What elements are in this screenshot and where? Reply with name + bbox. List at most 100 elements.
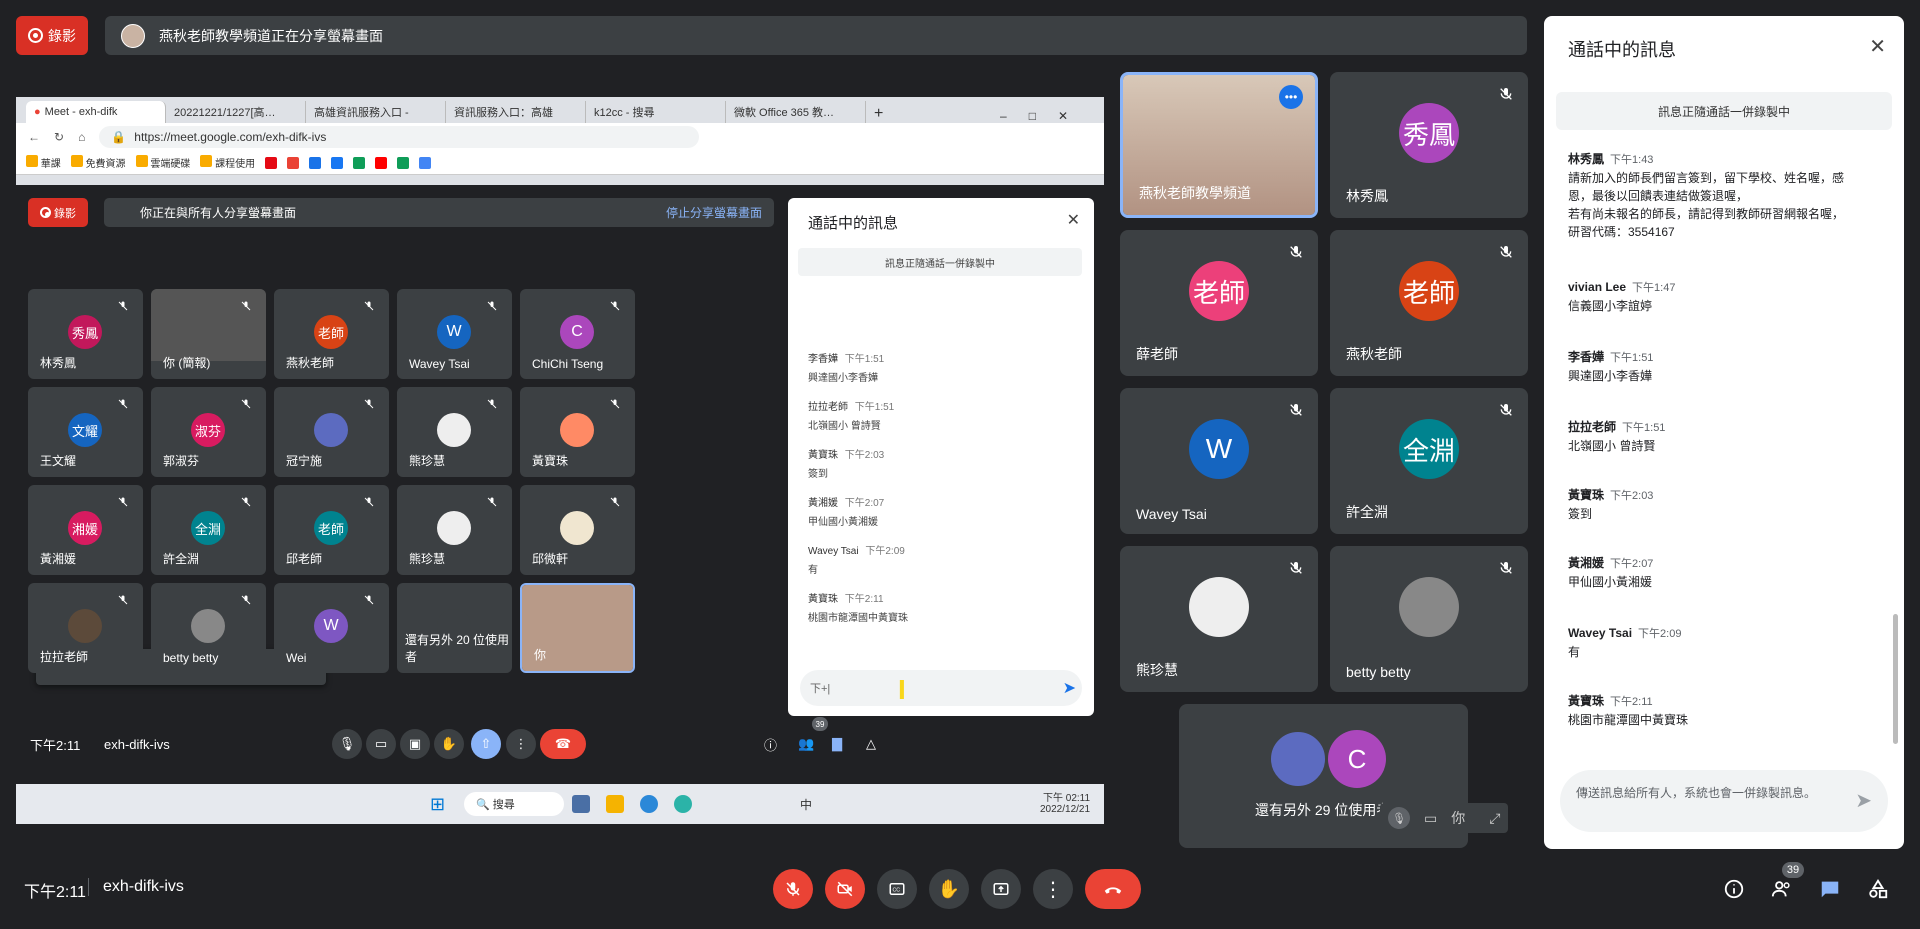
- inner-participant-tile[interactable]: C ChiChi Tseng: [520, 289, 635, 379]
- inner-participant-tile[interactable]: 你: [520, 583, 635, 673]
- participant-tile[interactable]: 老師 薛老師: [1120, 230, 1318, 376]
- inner-participant-tile[interactable]: 冠宁施: [274, 387, 389, 477]
- info-icon[interactable]: ⓘ: [764, 735, 777, 754]
- raise-hand-icon[interactable]: ✋: [434, 729, 464, 759]
- inner-participant-tile[interactable]: 老師 邱老師: [274, 485, 389, 575]
- participant-tile[interactable]: 全淵 許全淵: [1330, 388, 1528, 534]
- bookmark[interactable]: 雲端硬碟: [135, 155, 190, 170]
- inner-participant-tile[interactable]: betty betty: [151, 583, 266, 673]
- calendar-icon[interactable]: [309, 156, 322, 169]
- activities-icon[interactable]: △: [866, 736, 876, 752]
- close-icon[interactable]: ✕: [1067, 210, 1080, 230]
- send-icon[interactable]: ➤: [1855, 788, 1872, 813]
- bookmark[interactable]: 課程使用: [200, 155, 255, 170]
- send-icon[interactable]: ➤: [1063, 678, 1076, 698]
- people-icon[interactable]: [1768, 875, 1796, 903]
- reload-icon[interactable]: ↻: [54, 130, 64, 144]
- message-time: 下午2:07: [1610, 558, 1654, 570]
- participant-name: 熊珍慧: [1136, 662, 1178, 678]
- youtube-icon[interactable]: [375, 156, 388, 169]
- camera-off-icon[interactable]: [825, 869, 865, 909]
- inner-participant-tile[interactable]: 全淵 許全淵: [151, 485, 266, 575]
- taskbar-search[interactable]: 🔍 搜尋: [464, 792, 564, 816]
- activities-icon[interactable]: [1864, 875, 1892, 903]
- more-options-icon[interactable]: ⋮: [1033, 869, 1073, 909]
- inner-participant-tile[interactable]: 還有另外 20 位使用者: [397, 583, 512, 673]
- people-icon[interactable]: 👥: [798, 736, 814, 752]
- window-controls[interactable]: –□✕: [1000, 109, 1104, 123]
- expand-icon[interactable]: ⤢: [1489, 810, 1500, 827]
- windows-start-icon[interactable]: ⊞: [430, 794, 445, 815]
- inner-participant-tile[interactable]: 熊珍慧: [397, 485, 512, 575]
- chat-icon[interactable]: [1816, 875, 1844, 903]
- bookmark[interactable]: 免費資源: [70, 155, 126, 170]
- more-options-icon[interactable]: •••: [1279, 85, 1303, 109]
- bookmark[interactable]: 華課: [26, 155, 61, 170]
- browser-tab[interactable]: ● Meet - exh-difk: [26, 101, 166, 123]
- inner-participant-tile[interactable]: 秀鳳 林秀鳳: [28, 289, 143, 379]
- chat-input[interactable]: 傳送訊息給所有人，系統也會一併錄製訊息。 ➤: [1560, 770, 1888, 832]
- captions-icon[interactable]: CC: [877, 869, 917, 909]
- browser-tab[interactable]: 資訊服務入口：高雄: [446, 101, 586, 123]
- bookmark-icon[interactable]: [419, 156, 432, 169]
- edge-icon[interactable]: [640, 795, 658, 813]
- participant-tile[interactable]: ••• 燕秋老師教學頻道: [1120, 72, 1318, 218]
- participant-tile[interactable]: 熊珍慧: [1120, 546, 1318, 692]
- inner-participant-tile[interactable]: 你 (簡報): [151, 289, 266, 379]
- mic-icon[interactable]: 🎙: [332, 729, 362, 759]
- netflix-icon[interactable]: [265, 156, 278, 169]
- mic-off-icon[interactable]: 🎙: [1388, 807, 1410, 829]
- raise-hand-icon[interactable]: ✋: [929, 869, 969, 909]
- participant-name: 燕秋老師: [1346, 346, 1402, 362]
- close-icon[interactable]: ✕: [1869, 34, 1886, 59]
- message-time: 下午2:11: [1610, 696, 1653, 708]
- app-icon[interactable]: [572, 795, 590, 813]
- back-icon[interactable]: ←: [28, 130, 40, 144]
- bookmark-icon[interactable]: [353, 156, 366, 169]
- inner-participant-tile[interactable]: 老師 燕秋老師: [274, 289, 389, 379]
- chat-scrollbar[interactable]: [1893, 614, 1898, 744]
- present-icon[interactable]: [981, 869, 1021, 909]
- present-icon[interactable]: ⇧: [471, 729, 501, 759]
- captions-icon[interactable]: ▣: [400, 729, 430, 759]
- edge-icon[interactable]: [674, 795, 692, 813]
- record-indicator[interactable]: 錄影: [16, 16, 88, 55]
- inner-participant-tile[interactable]: 文耀 王文耀: [28, 387, 143, 477]
- svg-text:CC: CC: [893, 887, 901, 893]
- url-bar[interactable]: 🔒 https://meet.google.com/exh-difk-ivs: [99, 126, 700, 148]
- folder-icon[interactable]: [606, 795, 624, 813]
- inner-participant-tile[interactable]: 淑芬 郭淑芬: [151, 387, 266, 477]
- inner-participant-tile[interactable]: 熊珍慧: [397, 387, 512, 477]
- more-icon[interactable]: ⋮: [506, 729, 536, 759]
- chat-icon[interactable]: ▇: [832, 736, 842, 752]
- meeting-info-icon[interactable]: [1720, 875, 1748, 903]
- browser-tab[interactable]: 20221221/1227[高…: [166, 101, 306, 123]
- inner-participant-tile[interactable]: 拉拉老師: [28, 583, 143, 673]
- mic-off-icon[interactable]: [773, 869, 813, 909]
- participant-tile[interactable]: betty betty: [1330, 546, 1528, 692]
- camera-icon[interactable]: ▭: [366, 729, 396, 759]
- browser-tab[interactable]: k12cc - 搜尋: [586, 101, 726, 123]
- inner-participant-tile[interactable]: 邱微軒: [520, 485, 635, 575]
- gmail-icon[interactable]: [287, 156, 300, 169]
- inner-participant-tile[interactable]: 黃寶珠: [520, 387, 635, 477]
- language-indicator[interactable]: 中: [800, 796, 812, 813]
- end-call-button[interactable]: [1085, 869, 1141, 909]
- facebook-icon[interactable]: [331, 156, 344, 169]
- inner-chat-input[interactable]: 下+|: [800, 670, 1082, 706]
- end-call-icon[interactable]: ☎: [540, 729, 586, 759]
- browser-tab[interactable]: 高雄資訊服務入口 -: [306, 101, 446, 123]
- inner-participant-tile[interactable]: W Wei: [274, 583, 389, 673]
- participant-tile[interactable]: 秀鳳 林秀鳳: [1330, 72, 1528, 218]
- bookmark-icon[interactable]: [397, 156, 410, 169]
- inner-participant-tile[interactable]: 湘媛 黃湘媛: [28, 485, 143, 575]
- participant-tile[interactable]: W Wavey Tsai: [1120, 388, 1318, 534]
- camera-off-icon[interactable]: ▭: [1424, 810, 1437, 827]
- participant-tile[interactable]: 老師 燕秋老師: [1330, 230, 1528, 376]
- new-tab-icon[interactable]: +: [874, 105, 883, 123]
- browser-tab[interactable]: 微軟 Office 365 教…: [726, 101, 866, 123]
- home-icon[interactable]: ⌂: [78, 130, 85, 144]
- stop-share-link[interactable]: 停止分享螢幕畫面: [666, 204, 762, 221]
- inner-participant-tile[interactable]: W Wavey Tsai: [397, 289, 512, 379]
- participant-avatar: W: [437, 315, 471, 349]
